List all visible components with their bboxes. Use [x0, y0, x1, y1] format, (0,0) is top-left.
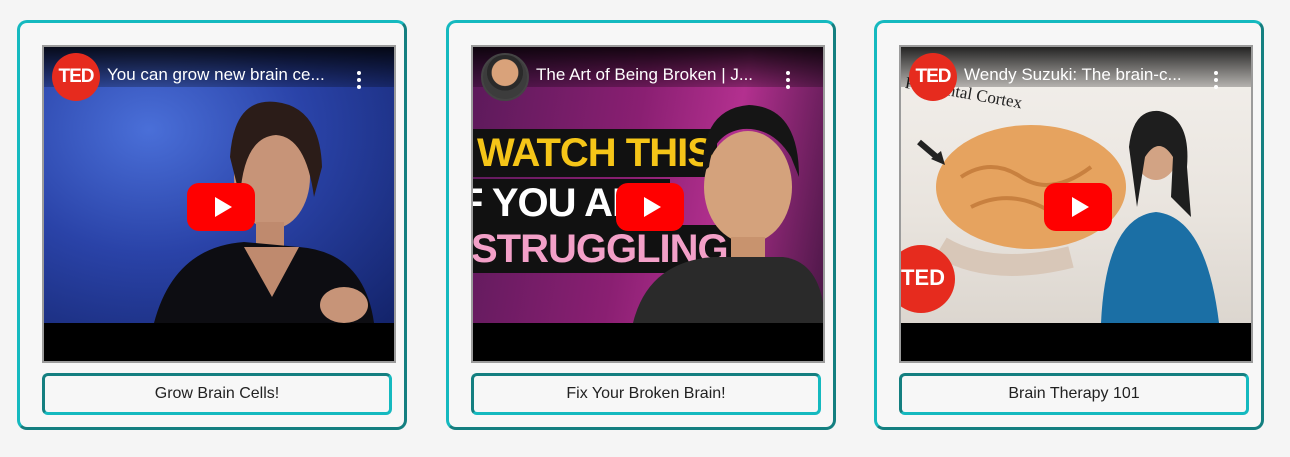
video-card-2: WATCH THIS F YOU ARE STRUGGLING The Art … — [446, 20, 836, 430]
thumbnail-text-line: TED — [901, 265, 945, 290]
ted-logo-icon[interactable]: TED — [909, 53, 957, 101]
more-options-icon[interactable] — [357, 71, 361, 92]
video-embed-2[interactable]: WATCH THIS F YOU ARE STRUGGLING The Art … — [471, 45, 825, 363]
video-title[interactable]: Wendy Suzuki: The brain-c... — [964, 65, 1210, 85]
play-icon[interactable] — [187, 183, 255, 231]
ted-logo-icon[interactable]: TED — [52, 53, 100, 101]
video-card-3: Prefrontal Cortex TED TED Wendy Suzuki: … — [874, 20, 1264, 430]
play-icon[interactable] — [1044, 183, 1112, 231]
grow-brain-cells-button[interactable]: Grow Brain Cells! — [42, 373, 392, 415]
play-icon[interactable] — [616, 183, 684, 231]
video-title[interactable]: The Art of Being Broken | J... — [536, 65, 782, 85]
more-options-icon[interactable] — [1214, 71, 1218, 92]
video-embed-3[interactable]: Prefrontal Cortex TED TED Wendy Suzuki: … — [899, 45, 1253, 363]
channel-avatar-icon[interactable] — [481, 53, 529, 101]
brain-therapy-button[interactable]: Brain Therapy 101 — [899, 373, 1249, 415]
video-embed-1[interactable]: TED You can grow new brain ce... — [42, 45, 396, 363]
more-options-icon[interactable] — [786, 71, 790, 92]
fix-broken-brain-button[interactable]: Fix Your Broken Brain! — [471, 373, 821, 415]
video-title[interactable]: You can grow new brain ce... — [107, 65, 353, 85]
video-card-1: TED You can grow new brain ce... Grow Br… — [17, 20, 407, 430]
